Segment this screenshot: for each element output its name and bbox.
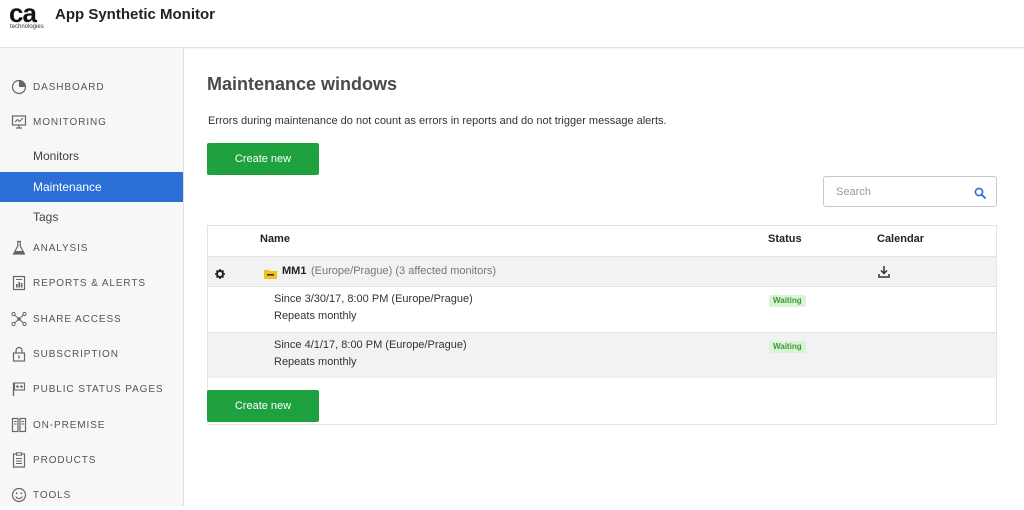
report-icon xyxy=(11,275,27,291)
sidebar-item-label: REPORTS & ALERTS xyxy=(33,277,146,289)
sidebar-item-label: Monitors xyxy=(33,149,80,163)
status-badge: Waiting xyxy=(769,341,806,353)
logo-subtext: technologies xyxy=(10,24,44,30)
schedule-since: Since 4/1/17, 8:00 PM (Europe/Prague) xyxy=(274,339,467,351)
download-icon[interactable] xyxy=(878,265,890,278)
sidebar-item-label: PRODUCTS xyxy=(33,454,97,466)
main-content: Maintenance windows Errors during mainte… xyxy=(185,48,1024,506)
app-title: App Synthetic Monitor xyxy=(55,6,215,23)
sidebar-item-label: SHARE ACCESS xyxy=(33,313,122,325)
sidebar-item-share-access[interactable]: SHARE ACCESS xyxy=(0,304,183,334)
sidebar-item-public-status-pages[interactable]: PUBLIC STATUS PAGES xyxy=(0,374,183,404)
sidebar-item-reports-alerts[interactable]: REPORTS & ALERTS xyxy=(0,268,183,298)
schedule-repeat: Repeats monthly xyxy=(274,356,357,368)
maintenance-group-row[interactable]: MM1 (Europe/Prague) (3 affected monitors… xyxy=(208,256,996,286)
sidebar-item-label: Maintenance xyxy=(33,180,102,194)
sidebar-item-monitoring[interactable]: MONITORING xyxy=(0,107,183,137)
sidebar-item-analysis[interactable]: ANALYSIS xyxy=(0,233,183,263)
products-icon xyxy=(11,452,27,468)
server-icon xyxy=(11,417,27,433)
sidebar-item-maintenance[interactable]: Maintenance xyxy=(0,172,183,202)
monitor-icon xyxy=(11,114,27,130)
sidebar-item-label: TOOLS xyxy=(33,489,72,501)
logo-mark: ca xyxy=(9,0,37,28)
gear-icon[interactable] xyxy=(215,266,225,279)
search-input[interactable] xyxy=(836,184,966,200)
column-header-calendar: Calendar xyxy=(877,233,925,245)
sidebar-item-subscription[interactable]: SUBSCRIPTION xyxy=(0,339,183,369)
sidebar-item-label: ANALYSIS xyxy=(33,242,89,254)
maintenance-table: Name Status Calendar MM1 (Europe/Prague)… xyxy=(207,225,997,425)
schedule-since: Since 3/30/17, 8:00 PM (Europe/Prague) xyxy=(274,293,473,305)
sidebar-item-tags[interactable]: Tags xyxy=(0,202,183,232)
create-new-button-bottom[interactable]: Create new xyxy=(207,390,319,422)
sidebar-item-label: ON-PREMISE xyxy=(33,419,106,431)
folder-icon xyxy=(264,266,277,279)
sidebar-item-dashboard[interactable]: DASHBOARD xyxy=(0,72,183,102)
column-header-status[interactable]: Status xyxy=(768,233,802,245)
table-row[interactable]: Since 3/30/17, 8:00 PM (Europe/Prague) R… xyxy=(208,286,996,332)
sidebar-item-label: DASHBOARD xyxy=(33,81,105,93)
share-icon xyxy=(11,311,27,327)
group-meta: (Europe/Prague) (3 affected monitors) xyxy=(311,265,497,277)
smiley-icon xyxy=(11,487,27,503)
sidebar-item-label: PUBLIC STATUS PAGES xyxy=(33,383,164,395)
create-new-button-top[interactable]: Create new xyxy=(207,143,319,175)
dashboard-icon xyxy=(11,79,27,95)
sidebar-item-monitors[interactable]: Monitors xyxy=(0,141,183,171)
flask-icon xyxy=(11,240,27,256)
sidebar-item-products[interactable]: PRODUCTS xyxy=(0,445,183,475)
schedule-repeat: Repeats monthly xyxy=(274,310,357,322)
sidebar-item-label: Tags xyxy=(33,210,59,224)
group-name[interactable]: MM1 xyxy=(282,265,306,277)
ca-logo[interactable]: ca technologies xyxy=(9,0,49,32)
column-header-name[interactable]: Name xyxy=(260,233,290,245)
search-box xyxy=(823,176,997,207)
table-row[interactable]: Since 4/1/17, 8:00 PM (Europe/Prague) Re… xyxy=(208,332,996,378)
sidebar: DASHBOARD MONITORING Monitors Maintenanc… xyxy=(0,48,184,506)
search-icon[interactable] xyxy=(974,186,986,199)
lock-icon xyxy=(11,346,27,362)
flag-icon xyxy=(11,381,27,397)
sidebar-item-label: SUBSCRIPTION xyxy=(33,348,119,360)
page-title: Maintenance windows xyxy=(207,74,398,94)
status-badge: Waiting xyxy=(769,295,806,307)
page-description: Errors during maintenance do not count a… xyxy=(208,115,667,127)
top-bar: ca technologies App Synthetic Monitor xyxy=(0,0,1024,48)
sidebar-item-label: MONITORING xyxy=(33,116,107,128)
sidebar-item-on-premise[interactable]: ON-PREMISE xyxy=(0,410,183,440)
